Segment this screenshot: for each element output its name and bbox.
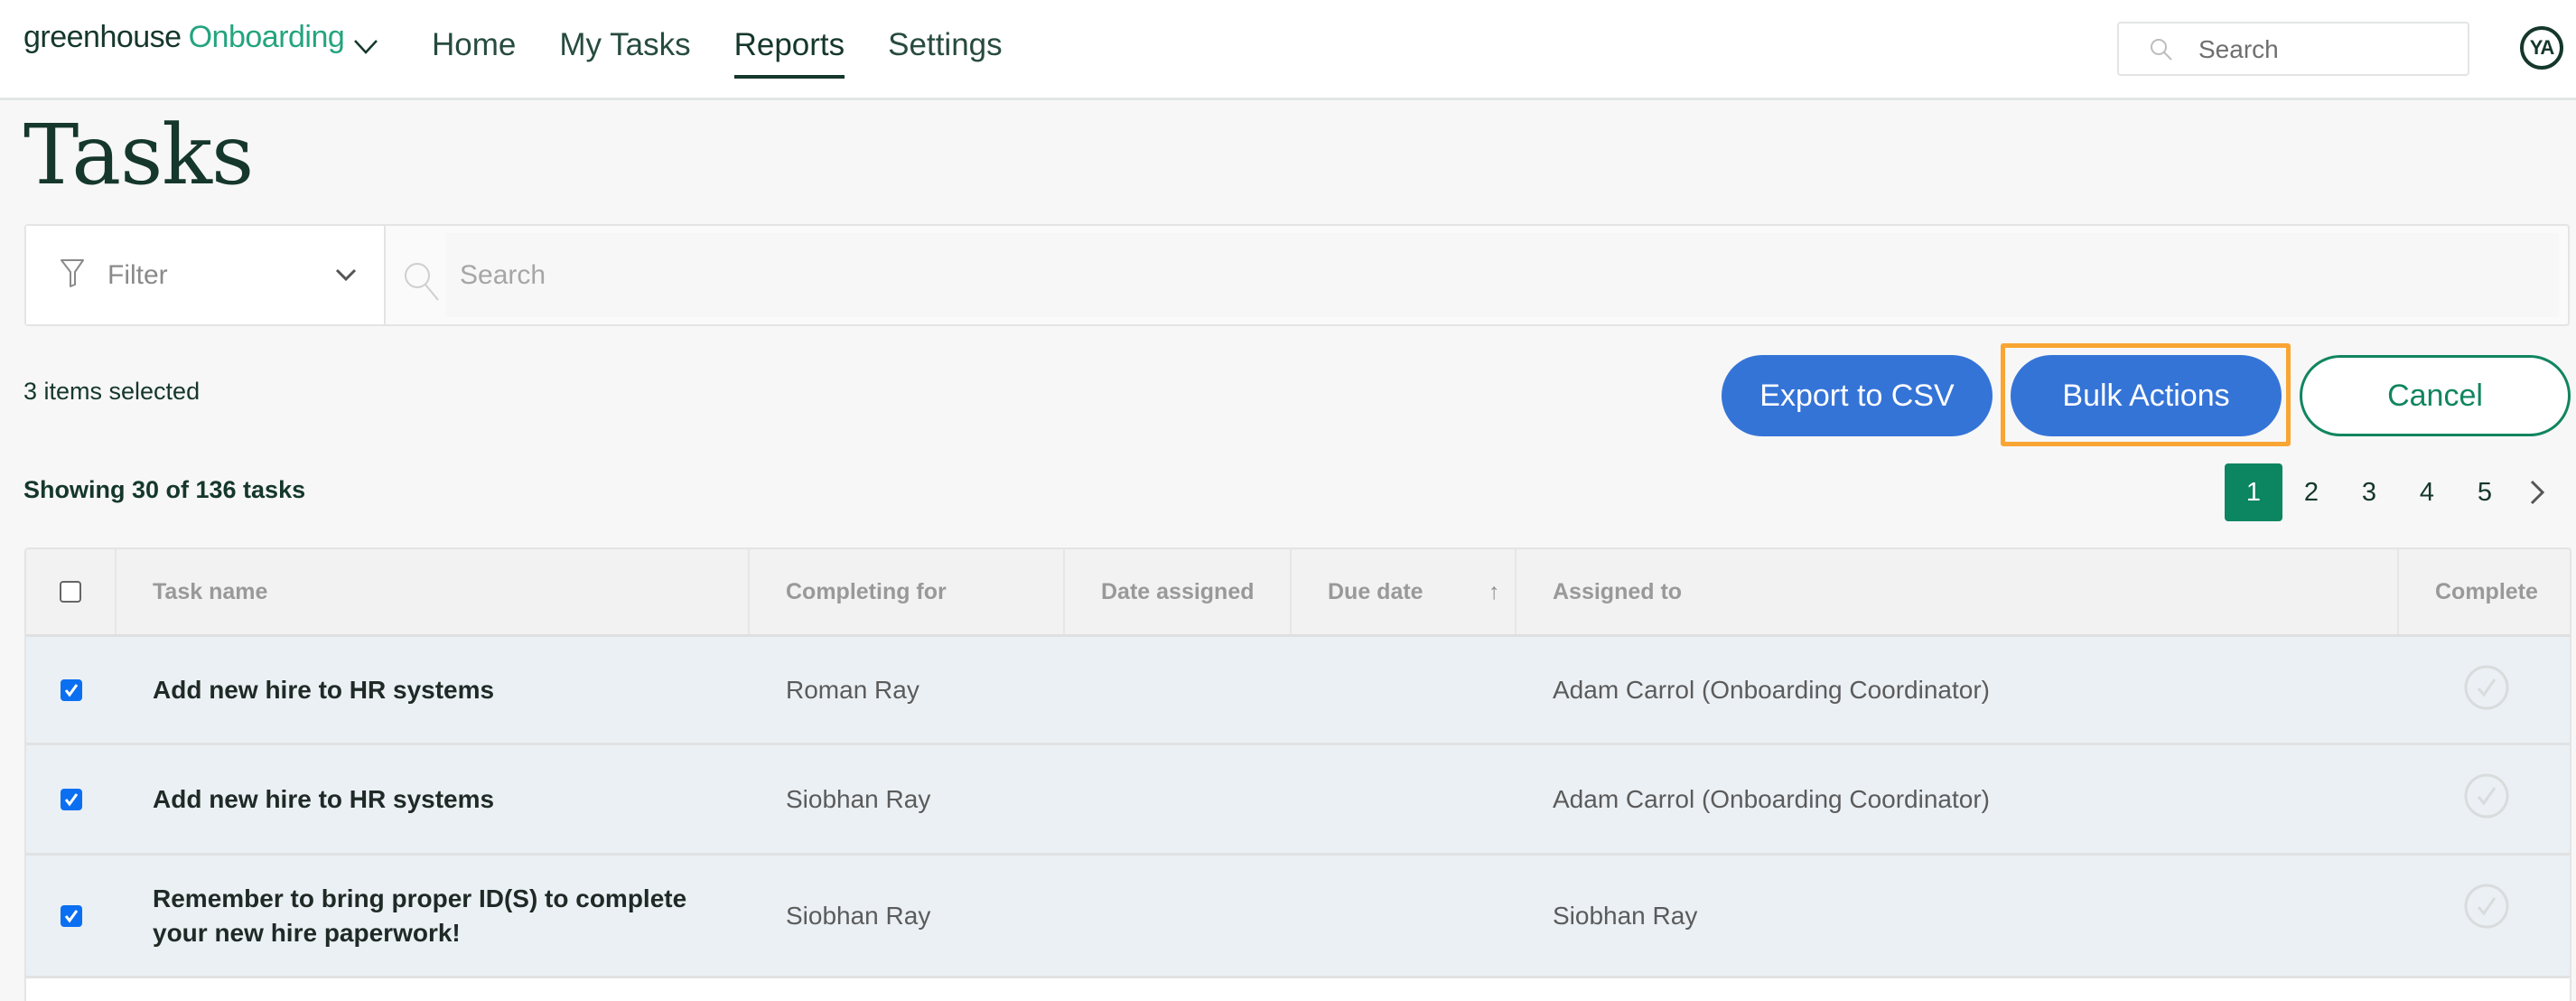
filter-dropdown[interactable]: Filter — [26, 226, 386, 324]
row-checkbox[interactable] — [61, 788, 82, 810]
main-nav: Home My Tasks Reports Settings — [432, 27, 1003, 79]
column-due-date-label: Due date — [1328, 578, 1423, 604]
complete-cell — [2399, 745, 2570, 853]
assigned-to: Siobhan Ray — [1553, 901, 1698, 930]
filter-label: Filter — [107, 260, 168, 290]
date-assigned — [1101, 856, 1292, 976]
select-all-checkbox[interactable] — [60, 581, 81, 603]
page-5-button[interactable]: 5 — [2456, 463, 2514, 521]
filter-bar: Filter — [24, 224, 2570, 326]
export-csv-button[interactable]: Export to CSV — [1722, 355, 1993, 436]
checkmark-icon — [64, 683, 79, 697]
task-search-input[interactable] — [445, 233, 2559, 317]
page-1-button[interactable]: 1 — [2225, 463, 2282, 521]
row-select-cell — [26, 745, 117, 853]
column-assigned-to[interactable]: Assigned to — [1517, 549, 2399, 634]
nav-settings[interactable]: Settings — [888, 27, 1002, 63]
logo-brand: greenhouse — [23, 20, 182, 54]
checkmark-icon — [64, 909, 79, 922]
assigned-to: Adam Carrol (Onboarding Coordinator) — [1553, 675, 1990, 704]
date-assigned — [1101, 637, 1292, 743]
cancel-button[interactable]: Cancel — [2300, 355, 2571, 436]
chevron-down-icon[interactable] — [350, 31, 381, 61]
row-select-cell — [26, 637, 117, 743]
table-row[interactable]: Add new hire to HR systems Roman Ray Ada… — [26, 637, 2570, 745]
row-select-cell — [26, 856, 117, 976]
due-date — [1328, 745, 1517, 853]
column-complete[interactable]: Complete — [2399, 549, 2570, 634]
filter-icon — [61, 259, 84, 287]
row-checkbox[interactable] — [61, 678, 82, 701]
nav-my-tasks[interactable]: My Tasks — [559, 27, 690, 63]
date-assigned — [1101, 745, 1292, 853]
completing-for: Siobhan Ray — [786, 784, 931, 813]
results-count: Showing 30 of 136 tasks — [23, 476, 306, 503]
row-checkbox[interactable] — [61, 904, 82, 927]
page-2-button[interactable]: 2 — [2282, 463, 2340, 521]
column-date-assigned[interactable]: Date assigned — [1065, 549, 1292, 634]
completing-for: Siobhan Ray — [786, 901, 931, 930]
due-date — [1328, 856, 1517, 976]
column-task-name[interactable]: Task name — [117, 549, 750, 634]
table-header: Task name Completing for Date assigned D… — [26, 549, 2570, 637]
nav-reports[interactable]: Reports — [733, 27, 845, 79]
complete-cell — [2399, 856, 2570, 976]
select-all-cell — [26, 549, 117, 634]
global-search-input[interactable] — [2198, 33, 2451, 67]
checkmark-icon — [64, 792, 79, 806]
search-icon — [405, 263, 439, 301]
column-due-date[interactable]: Due date ↑ — [1292, 549, 1517, 634]
task-name[interactable]: Add new hire to HR systems — [153, 637, 786, 743]
table-row[interactable]: Add new hire to HR systems Siobhan Ray A… — [26, 745, 2570, 856]
tasks-table: Task name Completing for Date assigned D… — [24, 547, 2571, 1001]
bulk-actions-button[interactable]: Bulk Actions — [2011, 355, 2282, 436]
app-logo[interactable]: greenhouse Onboarding — [23, 20, 345, 55]
logo-product: Onboarding — [188, 20, 345, 54]
due-date — [1328, 637, 1517, 743]
nav-home[interactable]: Home — [432, 27, 516, 63]
complete-cell — [2399, 637, 2570, 743]
user-avatar[interactable]: YA — [2520, 26, 2563, 70]
assigned-to: Adam Carrol (Onboarding Coordinator) — [1553, 784, 1990, 813]
page-title: Tasks — [23, 107, 254, 203]
pagination: 1 2 3 4 5 — [2225, 463, 2555, 521]
chevron-down-icon — [335, 268, 357, 282]
page-3-button[interactable]: 3 — [2340, 463, 2398, 521]
table-row[interactable]: Remember to bring proper ID(S) to comple… — [26, 856, 2570, 978]
global-search — [2117, 22, 2469, 76]
task-name[interactable]: Add new hire to HR systems — [153, 745, 786, 853]
top-nav-bar: greenhouse Onboarding Home My Tasks Repor… — [0, 0, 2576, 100]
selected-count: 3 items selected — [23, 378, 201, 405]
column-completing-for[interactable]: Completing for — [750, 549, 1065, 634]
complete-check-circle-icon[interactable] — [2463, 883, 2510, 930]
chevron-right-icon[interactable] — [2519, 463, 2555, 521]
page-4-button[interactable]: 4 — [2398, 463, 2456, 521]
sort-ascending-icon[interactable]: ↑ — [1489, 579, 1500, 605]
search-icon — [2151, 39, 2172, 61]
complete-check-circle-icon[interactable] — [2463, 664, 2510, 711]
complete-check-circle-icon[interactable] — [2463, 772, 2510, 819]
task-name[interactable]: Remember to bring proper ID(S) to comple… — [153, 856, 786, 976]
completing-for: Roman Ray — [786, 675, 919, 704]
